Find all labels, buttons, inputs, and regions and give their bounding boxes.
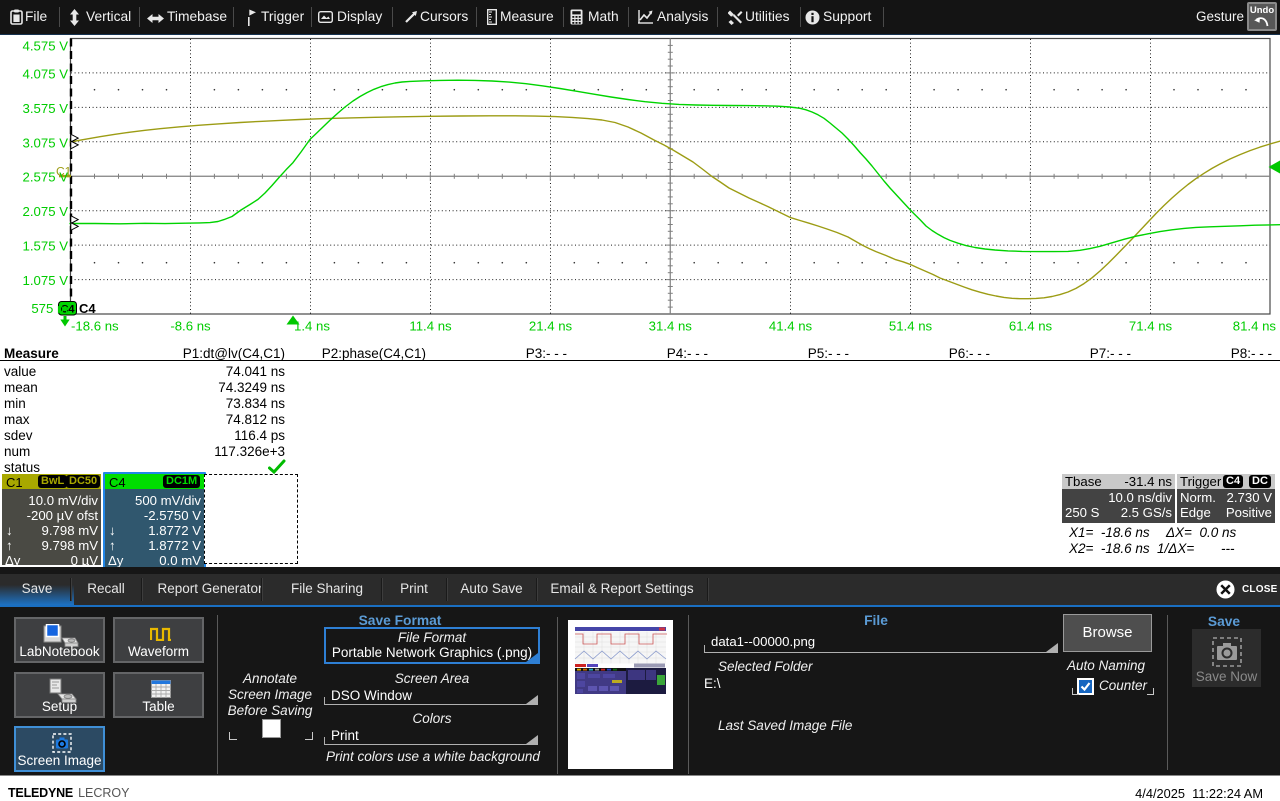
svg-text:-18.6 ns: -18.6 ns xyxy=(71,319,119,334)
svg-text:61.4 ns: 61.4 ns xyxy=(1009,319,1053,334)
svg-text:21.4 ns: 21.4 ns xyxy=(529,319,573,334)
svg-text:31.4 ns: 31.4 ns xyxy=(649,319,693,334)
svg-text:2.075 V: 2.075 V xyxy=(23,204,69,219)
svg-text:1.575 V: 1.575 V xyxy=(23,239,69,254)
svg-text:3.075 V: 3.075 V xyxy=(23,135,69,150)
svg-text:4.075 V: 4.075 V xyxy=(23,67,69,82)
svg-text:81.4 ns: 81.4 ns xyxy=(1233,319,1277,334)
svg-text:41.4 ns: 41.4 ns xyxy=(769,319,813,334)
svg-text:-8.6 ns: -8.6 ns xyxy=(170,319,211,334)
svg-text:71.4 ns: 71.4 ns xyxy=(1129,319,1173,334)
svg-text:C4: C4 xyxy=(79,301,96,316)
svg-text:2.575 V: 2.575 V xyxy=(23,170,69,185)
svg-text:1.4 ns: 1.4 ns xyxy=(294,319,330,334)
svg-text:4.575 V: 4.575 V xyxy=(23,39,69,54)
svg-text:3.575 V: 3.575 V xyxy=(23,101,69,116)
svg-text:11.4 ns: 11.4 ns xyxy=(409,319,452,334)
svg-text:51.4 ns: 51.4 ns xyxy=(889,319,933,334)
svg-text:1.075 V: 1.075 V xyxy=(23,273,69,288)
svg-text:575 m: 575 m xyxy=(31,301,68,316)
